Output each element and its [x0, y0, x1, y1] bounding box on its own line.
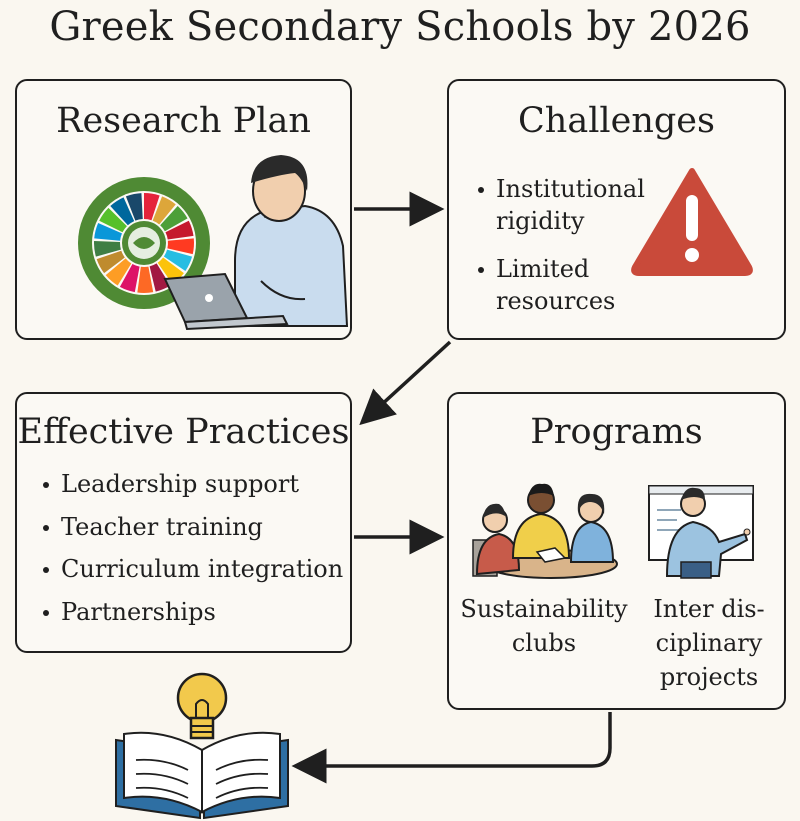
book-lightbulb-icon [115, 672, 289, 820]
arrow-programs-to-book [291, 712, 612, 784]
arrow-challenges-to-practices [359, 340, 452, 426]
